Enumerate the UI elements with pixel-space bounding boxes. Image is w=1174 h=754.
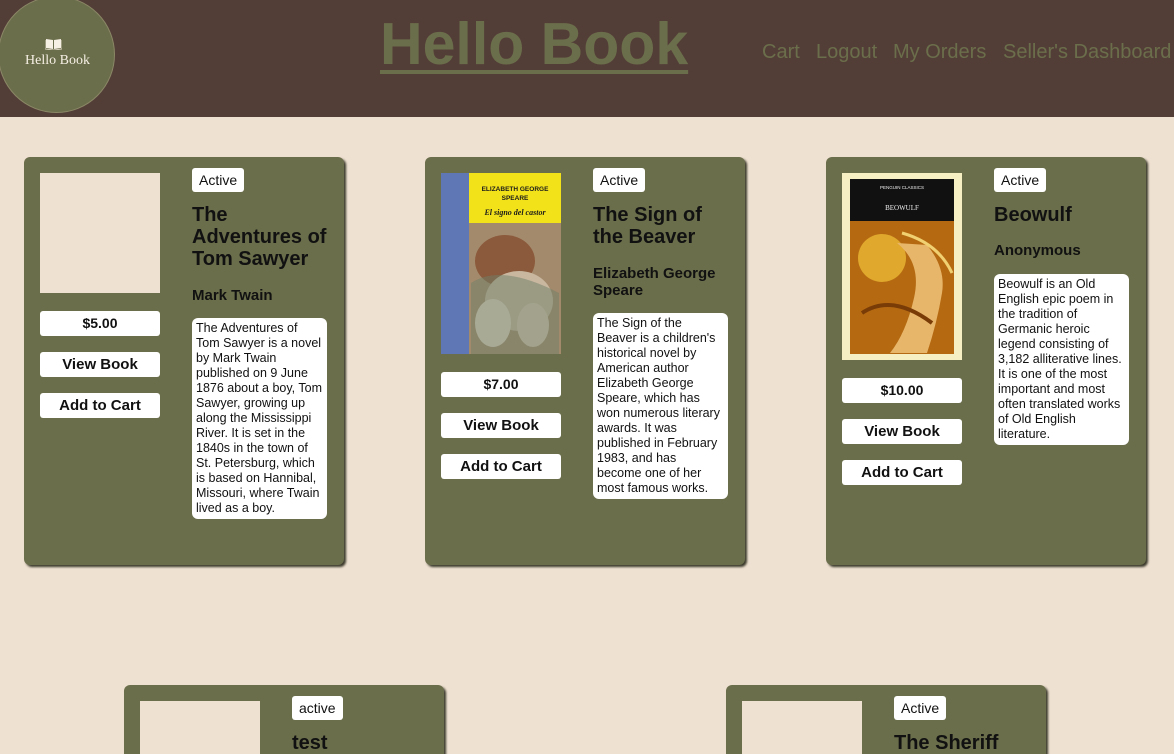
book-cover[interactable]: PENGUIN CLASSICS BEOWULF xyxy=(842,173,962,360)
nav-cart[interactable]: Cart xyxy=(762,41,800,64)
book-cover-placeholder[interactable] xyxy=(40,173,160,293)
book-author: Mark Twain xyxy=(192,287,273,304)
site-title[interactable]: Hello Book xyxy=(380,10,688,78)
price-label: $7.00 xyxy=(441,372,561,397)
book-cover-placeholder[interactable] xyxy=(140,701,260,754)
book-description: The Adventures of Tom Sawyer is a novel … xyxy=(192,318,327,519)
book-card: Active The Sheriff xyxy=(726,685,1046,754)
open-book-icon xyxy=(45,39,62,50)
cover-author-line1: ELIZABETH GEORGE xyxy=(482,186,549,193)
cover-title: BEOWULF xyxy=(885,204,919,212)
status-badge: Active xyxy=(192,168,245,192)
logo-text: Hello Book xyxy=(25,53,90,68)
price-label: $10.00 xyxy=(842,378,962,403)
add-to-cart-button[interactable]: Add to Cart xyxy=(842,460,962,485)
book-title: The Adventures of Tom Sawyer xyxy=(192,204,327,270)
status-badge: active xyxy=(292,696,343,720)
book-title: The Sheriff xyxy=(894,732,999,754)
book-author: Elizabeth George Speare xyxy=(593,265,716,299)
book-card: PENGUIN CLASSICS BEOWULF Active Beowulf … xyxy=(826,157,1146,565)
status-badge: Active xyxy=(894,696,947,720)
nav-sellers-dashboard[interactable]: Seller's Dashboard xyxy=(1003,41,1171,64)
book-cover-image: PENGUIN CLASSICS BEOWULF xyxy=(842,173,962,360)
logo[interactable]: Hello Book xyxy=(0,0,115,113)
book-cover-image: ELIZABETH GEORGE SPEARE El signo del cas… xyxy=(441,173,561,354)
book-card: ELIZABETH GEORGE SPEARE El signo del cas… xyxy=(425,157,745,565)
book-description: Beowulf is an Old English epic poem in t… xyxy=(994,274,1129,445)
book-card: Active The Adventures of Tom Sawyer Mark… xyxy=(24,157,344,565)
cover-author-line2: SPEARE xyxy=(502,195,529,202)
cover-series: PENGUIN CLASSICS xyxy=(880,185,924,190)
book-description: The Sign of the Beaver is a children's h… xyxy=(593,313,728,499)
nav-my-orders[interactable]: My Orders xyxy=(893,41,986,64)
book-title: The Sign of the Beaver xyxy=(593,204,702,248)
add-to-cart-button[interactable]: Add to Cart xyxy=(40,393,160,418)
status-badge: Active xyxy=(593,168,646,192)
site-header: Hello Book Hello Book Cart Logout My Ord… xyxy=(0,0,1174,117)
book-cover[interactable]: ELIZABETH GEORGE SPEARE El signo del cas… xyxy=(441,173,561,354)
add-to-cart-button[interactable]: Add to Cart xyxy=(441,454,561,479)
nav-logout[interactable]: Logout xyxy=(816,41,877,64)
view-book-button[interactable]: View Book xyxy=(40,352,160,377)
price-label: $5.00 xyxy=(40,311,160,336)
book-cover-placeholder[interactable] xyxy=(742,701,862,754)
book-title: Beowulf xyxy=(994,204,1072,226)
status-badge: Active xyxy=(994,168,1047,192)
book-author: Anonymous xyxy=(994,242,1081,259)
book-card: active test xyxy=(124,685,444,754)
cover-title: El signo del castor xyxy=(483,208,546,217)
view-book-button[interactable]: View Book xyxy=(842,419,962,444)
view-book-button[interactable]: View Book xyxy=(441,413,561,438)
book-title: test xyxy=(292,732,328,754)
